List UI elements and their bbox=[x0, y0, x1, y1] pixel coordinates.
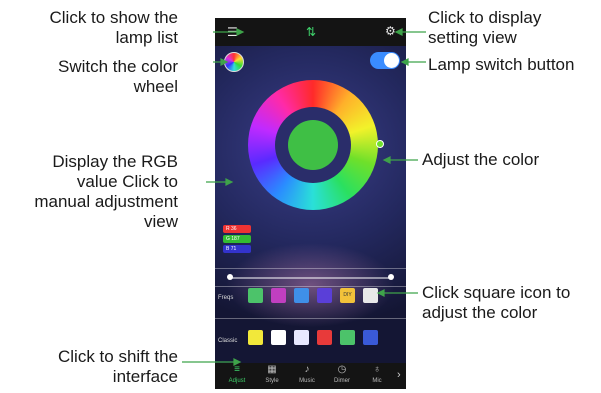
style-icon: ▦ bbox=[267, 364, 277, 375]
music-icon: ♪ bbox=[304, 364, 310, 375]
lamp-switch-toggle[interactable] bbox=[370, 52, 400, 69]
rgb-blue-value[interactable]: B 71 bbox=[223, 245, 251, 253]
nav-tab-style[interactable]: ▦ Style bbox=[256, 363, 288, 389]
annotation-setting-view: Click to display setting view bbox=[428, 8, 542, 47]
preset-color-square[interactable]: DIY bbox=[340, 288, 355, 303]
divider bbox=[215, 286, 406, 287]
top-bar: ☰ ⇅ ⚙ bbox=[215, 18, 406, 46]
diy-label: DIY bbox=[343, 292, 352, 298]
classic-color-square[interactable] bbox=[363, 330, 378, 345]
nav-tab-label: Music bbox=[299, 378, 315, 384]
divider bbox=[215, 318, 406, 319]
wheel-handle[interactable] bbox=[376, 140, 384, 148]
nav-tab-label: Dimer bbox=[334, 378, 350, 384]
classic-color-square[interactable] bbox=[294, 330, 309, 345]
nav-tab-adjust[interactable]: ≡ Adjust bbox=[221, 363, 253, 389]
nav-tab-label: Mic bbox=[372, 378, 382, 384]
mic-icon: ♁ bbox=[373, 364, 381, 375]
gear-icon[interactable]: ⚙ bbox=[385, 25, 396, 37]
bottom-nav: › ≡ Adjust ▦ Style ♪ Music ◷ Dimer ♁ Mic bbox=[215, 363, 406, 389]
nav-tab-music[interactable]: ♪ Music bbox=[291, 363, 323, 389]
annotation-color-wheel: Switch the color wheel bbox=[58, 57, 178, 96]
preset-color-square[interactable] bbox=[271, 288, 286, 303]
brightness-slider[interactable] bbox=[229, 277, 392, 279]
phone-screen: ☰ ⇅ ⚙ R 36 G 187 B 71 Freqs DIY Classic … bbox=[215, 18, 406, 389]
chevron-right-icon[interactable]: › bbox=[397, 369, 401, 381]
preset-color-square[interactable] bbox=[248, 288, 263, 303]
slider-start-dot[interactable] bbox=[227, 274, 233, 280]
color-wheel[interactable] bbox=[248, 80, 378, 210]
timer-icon: ◷ bbox=[337, 364, 347, 375]
classic-color-square[interactable] bbox=[317, 330, 332, 345]
adjust-icon: ≡ bbox=[234, 364, 240, 375]
rgb-green-value[interactable]: G 187 bbox=[223, 235, 251, 243]
equalizer-icon: ⇅ bbox=[306, 25, 317, 39]
toggle-knob bbox=[384, 53, 399, 68]
annotation-lamp-switch: Lamp switch button bbox=[428, 55, 575, 74]
annotation-square-icon: Click square icon to adjust the color bbox=[422, 283, 571, 322]
preset-color-square[interactable] bbox=[363, 288, 378, 303]
annotation-adjust-color: Adjust the color bbox=[422, 150, 540, 169]
divider bbox=[215, 268, 406, 269]
preset-color-square[interactable] bbox=[294, 288, 309, 303]
nav-tab-label: Style bbox=[265, 378, 279, 384]
classic-color-square[interactable] bbox=[340, 330, 355, 345]
rgb-red-value[interactable]: R 36 bbox=[223, 225, 251, 233]
nav-tab-label: Adjust bbox=[228, 378, 246, 384]
wheel-inner-ring bbox=[275, 107, 351, 183]
preset-row-label: Freqs bbox=[218, 295, 234, 301]
selected-color-swatch bbox=[288, 120, 338, 170]
annotation-lamp-list: Click to show the lamp list bbox=[49, 8, 179, 47]
annotation-rgb-value: Display the RGB value Click to manual ad… bbox=[34, 152, 178, 231]
color-wheel-icon[interactable] bbox=[224, 52, 244, 72]
classic-color-square[interactable] bbox=[271, 330, 286, 345]
classic-color-square[interactable] bbox=[248, 330, 263, 345]
nav-tab-mic[interactable]: ♁ Mic bbox=[361, 363, 393, 389]
preset-color-square[interactable] bbox=[317, 288, 332, 303]
slider-end-dot[interactable] bbox=[388, 274, 394, 280]
nav-tab-dimer[interactable]: ◷ Dimer bbox=[326, 363, 358, 389]
list-icon[interactable]: ☰ bbox=[227, 26, 238, 38]
classic-row-label: Classic bbox=[218, 338, 238, 344]
annotation-shift-interface: Click to shift the interface bbox=[58, 347, 178, 386]
